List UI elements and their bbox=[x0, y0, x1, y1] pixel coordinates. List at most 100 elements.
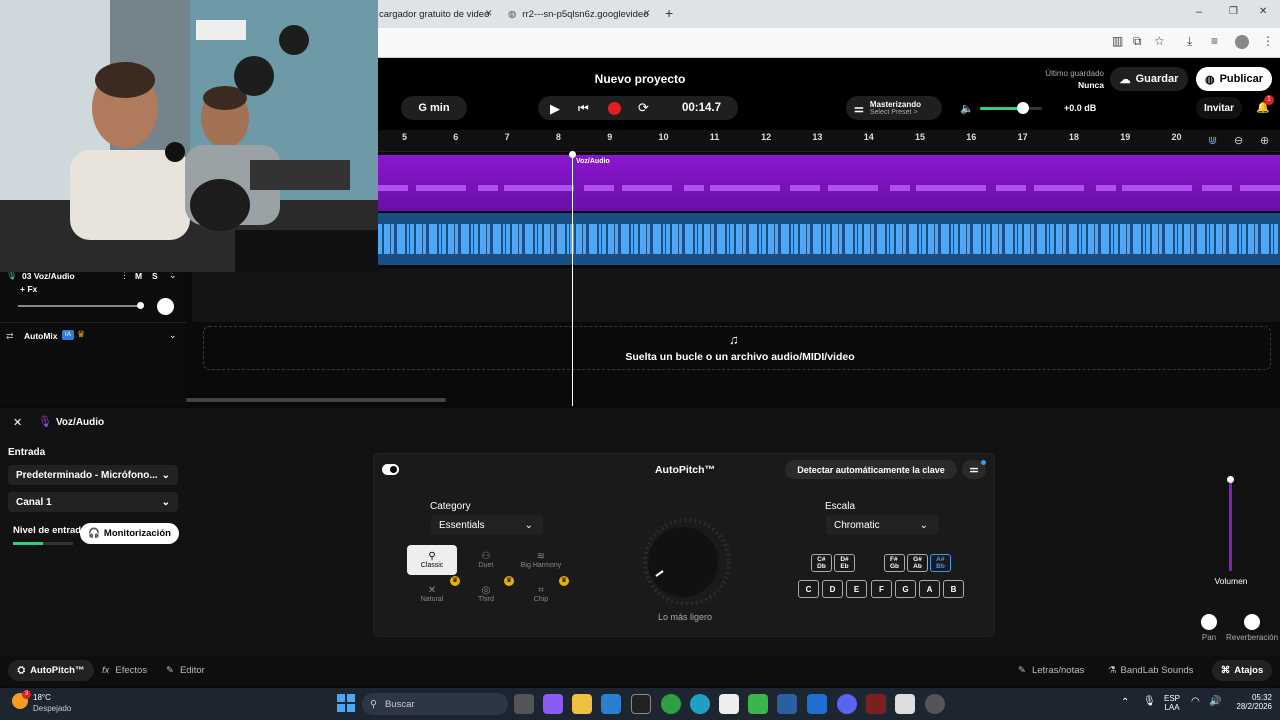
strength-knob[interactable] bbox=[630, 515, 744, 605]
volume-fader-track[interactable] bbox=[1229, 481, 1232, 571]
pan-knob[interactable] bbox=[157, 298, 174, 315]
close-window-button[interactable]: ✕ bbox=[1259, 6, 1267, 17]
timeline-ruler[interactable] bbox=[378, 130, 1280, 152]
solo-button[interactable]: S bbox=[152, 271, 158, 281]
volume-fader-handle[interactable] bbox=[1227, 476, 1234, 483]
master-volume-slider[interactable] bbox=[980, 107, 1042, 110]
empty-track-lane[interactable] bbox=[192, 268, 1280, 322]
minecraft-icon[interactable] bbox=[748, 694, 768, 714]
browser-tab[interactable]: ◍ rr2---sn-p5qlsn6z.googlevideo.com bbox=[508, 4, 648, 24]
category-select[interactable]: Essentials ⌄ bbox=[431, 515, 543, 535]
new-tab-button[interactable]: + bbox=[665, 5, 673, 21]
mastering-button[interactable]: ⚌ Masterizando Select Preset > bbox=[846, 96, 942, 120]
store-icon[interactable] bbox=[601, 694, 621, 714]
zoom-out-icon[interactable]: ⊖ bbox=[1234, 134, 1243, 147]
edge-icon[interactable] bbox=[690, 694, 710, 714]
key-f[interactable]: F bbox=[871, 580, 892, 598]
reverb-knob[interactable] bbox=[1244, 614, 1260, 630]
capcut-icon[interactable] bbox=[895, 694, 915, 714]
bookmark-star-icon[interactable]: ☆ bbox=[1154, 34, 1165, 48]
loop-icon[interactable]: ⟳ bbox=[638, 100, 649, 116]
channel-select[interactable]: Canal 1 ⌄ bbox=[8, 492, 178, 512]
download-icon[interactable]: ⤓ bbox=[1187, 34, 1192, 49]
key-e[interactable]: E bbox=[846, 580, 867, 598]
cast-icon[interactable]: ⧉ bbox=[1133, 34, 1142, 49]
discord-icon[interactable] bbox=[837, 694, 857, 714]
security-icon[interactable] bbox=[807, 694, 827, 714]
key-d-sharp[interactable]: D# Eb bbox=[834, 554, 855, 572]
notepad-icon[interactable] bbox=[719, 694, 739, 714]
detect-key-button[interactable]: Detectar automáticamente la clave bbox=[785, 460, 957, 479]
category-duet[interactable]: ⚇ Duet bbox=[461, 545, 511, 575]
play-icon[interactable]: ▶ bbox=[550, 101, 560, 117]
track-name[interactable]: 03 Voz/Audio bbox=[22, 271, 75, 281]
vocal-clip-region[interactable] bbox=[378, 155, 1280, 211]
menu-dots-icon[interactable]: ⋮ bbox=[1262, 34, 1274, 48]
horizontal-scrollbar[interactable] bbox=[186, 398, 446, 402]
autopitch-toggle[interactable] bbox=[382, 464, 399, 475]
volume-icon[interactable]: 🔊 bbox=[1209, 696, 1221, 707]
key-d[interactable]: D bbox=[822, 580, 843, 598]
key-c[interactable]: C bbox=[798, 580, 819, 598]
media-icon[interactable]: ≡ bbox=[1211, 34, 1218, 48]
game-icon[interactable] bbox=[866, 694, 886, 714]
key-a[interactable]: A bbox=[919, 580, 940, 598]
playhead-handle[interactable] bbox=[569, 151, 576, 158]
task-view-icon[interactable] bbox=[514, 694, 534, 714]
epic-games-icon[interactable] bbox=[631, 694, 651, 714]
key-b[interactable]: B bbox=[943, 580, 964, 598]
save-button[interactable]: ☁ Guardar bbox=[1110, 67, 1188, 91]
input-device-select[interactable]: Predeterminado - Micrófono... ⌄ bbox=[8, 465, 178, 485]
scale-select[interactable]: Chromatic ⌄ bbox=[826, 515, 938, 535]
key-g-sharp[interactable]: G# Ab bbox=[907, 554, 928, 572]
defender-icon[interactable] bbox=[777, 694, 797, 714]
audio-clip-region[interactable] bbox=[378, 213, 1280, 265]
minimize-button[interactable]: – bbox=[1196, 6, 1202, 18]
magnet-icon[interactable]: ⋓ bbox=[1208, 134, 1217, 147]
restore-button[interactable]: ❐ bbox=[1229, 6, 1238, 17]
key-c-sharp[interactable]: C# Db bbox=[811, 554, 832, 572]
key-selector[interactable]: G min bbox=[401, 96, 467, 120]
speaker-icon[interactable]: 🔈 bbox=[960, 102, 974, 115]
skip-back-icon[interactable]: ⏮ bbox=[578, 101, 589, 116]
category-chip[interactable]: ⌗ Chip bbox=[516, 579, 566, 609]
clock[interactable]: 05:32 28/2/2026 bbox=[1228, 693, 1272, 711]
mute-button[interactable]: M bbox=[135, 271, 142, 281]
publish-button[interactable]: ◍ Publicar bbox=[1196, 67, 1272, 91]
tab-autopitch[interactable]: ⛭ AutoPitch™ bbox=[8, 660, 94, 681]
invite-button[interactable]: Invitar bbox=[1196, 97, 1242, 119]
playhead[interactable] bbox=[572, 152, 573, 406]
chevron-down-icon[interactable]: ⌄ bbox=[169, 330, 177, 341]
key-g[interactable]: G bbox=[895, 580, 916, 598]
chrome-icon[interactable] bbox=[661, 694, 681, 714]
tab-effects[interactable]: fx Efectos bbox=[102, 665, 147, 676]
close-panel-icon[interactable]: ✕ bbox=[13, 416, 22, 429]
close-tab-icon[interactable]: ✕ bbox=[643, 8, 651, 19]
shortcuts-button[interactable]: ⌘ Atajos bbox=[1212, 660, 1272, 681]
record-button[interactable] bbox=[608, 102, 621, 115]
reading-mode-icon[interactable]: ▥ bbox=[1112, 34, 1123, 48]
copilot-icon[interactable] bbox=[543, 694, 563, 714]
close-tab-icon[interactable]: ✕ bbox=[485, 8, 493, 19]
monitoring-button[interactable]: 🎧 Monitorización bbox=[80, 523, 179, 544]
category-big-harmony[interactable]: ≋ Big Harmony bbox=[516, 545, 566, 575]
track-volume-handle[interactable] bbox=[137, 302, 144, 309]
browser-tab[interactable]: cargador gratuito de video bbox=[379, 4, 499, 24]
category-natural[interactable]: ✕ Natural bbox=[407, 579, 457, 609]
lyrics-button[interactable]: ✎ Letras/notas bbox=[1018, 665, 1084, 676]
obs-icon[interactable] bbox=[925, 694, 945, 714]
project-title[interactable]: Nuevo proyecto bbox=[560, 72, 720, 86]
pan-knob[interactable] bbox=[1201, 614, 1217, 630]
microphone-icon[interactable]: 🎙 bbox=[1143, 696, 1156, 707]
profile-avatar[interactable] bbox=[1235, 35, 1249, 49]
category-classic[interactable]: ⚲ Classic bbox=[407, 545, 457, 575]
bandlab-sounds-button[interactable]: ⚗ BandLab Sounds bbox=[1108, 665, 1193, 676]
tab-editor[interactable]: ✎ Editor bbox=[166, 665, 205, 676]
language-indicator[interactable]: ESP LAA bbox=[1164, 694, 1180, 712]
file-explorer-icon[interactable] bbox=[572, 694, 592, 714]
category-third[interactable]: ◎ Third bbox=[461, 579, 511, 609]
automix-label[interactable]: AutoMix bbox=[24, 331, 58, 341]
key-f-sharp[interactable]: F# Gb bbox=[884, 554, 905, 572]
taskbar-search[interactable]: ⚲ Buscar bbox=[362, 693, 508, 715]
key-a-sharp[interactable]: A# Bb bbox=[930, 554, 951, 572]
